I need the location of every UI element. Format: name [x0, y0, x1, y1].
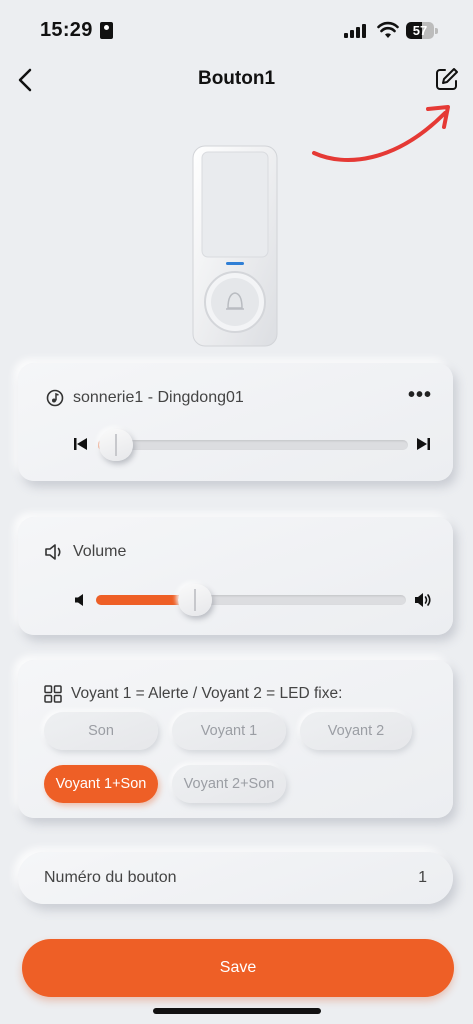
button-number-row[interactable]: Numéro du bouton 1 — [18, 852, 453, 904]
doorbell-button-image — [192, 145, 278, 347]
music-note-icon — [46, 389, 64, 407]
ringtone-card: sonnerie1 - Dingdong01 ••• — [18, 363, 453, 481]
battery-level: 57 — [412, 23, 428, 38]
led-mode-label: Voyant 1 = Alerte / Voyant 2 = LED fixe: — [71, 685, 343, 702]
next-icon[interactable] — [416, 437, 430, 451]
option-voyant2-button[interactable]: Voyant 2 — [300, 712, 412, 750]
volume-label: Volume — [73, 543, 127, 560]
option-voyant1-button[interactable]: Voyant 1 — [172, 712, 286, 750]
status-time: 15:29 — [40, 19, 93, 41]
option-voyant1-son-button[interactable]: Voyant 1+Son — [44, 765, 158, 803]
ringtone-label: sonnerie1 - Dingdong01 — [73, 389, 244, 406]
edit-icon[interactable] — [434, 66, 460, 92]
status-bar: 15:29 57 — [0, 0, 473, 60]
signal-icon — [344, 24, 368, 38]
more-options-button[interactable]: ••• — [408, 385, 432, 407]
volume-high-icon[interactable] — [414, 592, 432, 608]
previous-icon[interactable] — [74, 437, 88, 451]
option-voyant2-son-button[interactable]: Voyant 2+Son — [172, 765, 286, 803]
led-mode-card: Voyant 1 = Alerte / Voyant 2 = LED fixe:… — [18, 660, 453, 818]
button-number-label: Numéro du bouton — [44, 869, 177, 886]
annotation-arrow — [312, 105, 450, 162]
ringtone-slider[interactable] — [98, 429, 408, 461]
home-indicator — [153, 1008, 321, 1014]
ringtone-slider-thumb[interactable] — [99, 429, 133, 461]
volume-slider-thumb[interactable] — [178, 584, 212, 616]
battery-icon: 57 — [406, 22, 438, 39]
id-card-icon — [100, 22, 113, 39]
speaker-icon — [45, 544, 61, 560]
save-button[interactable]: Save — [22, 939, 454, 997]
volume-slider[interactable] — [96, 584, 406, 616]
button-number-value: 1 — [418, 869, 427, 886]
wifi-icon — [377, 21, 399, 38]
volume-slider-fill — [96, 595, 183, 605]
grid-icon — [44, 685, 62, 703]
volume-card: Volume — [18, 517, 453, 635]
volume-low-icon[interactable] — [74, 593, 86, 607]
option-son-button[interactable]: Son — [44, 712, 158, 750]
page-title: Bouton1 — [197, 68, 276, 89]
